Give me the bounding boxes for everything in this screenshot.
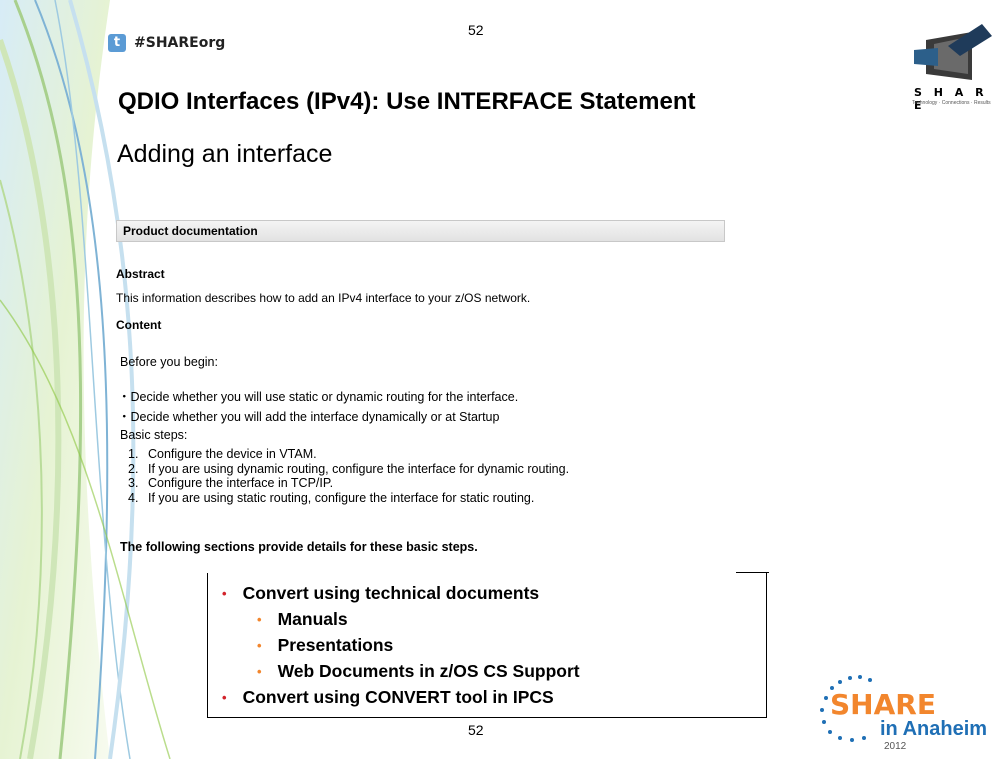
step-number: 2. — [128, 461, 139, 476]
twitter-handle-text: #SHAREorg — [134, 35, 226, 51]
anaheim-year: 2012 — [884, 741, 907, 752]
callout-item: • Convert using CONVERT tool in IPCS — [222, 687, 554, 708]
basic-steps-label: Basic steps: — [120, 428, 188, 442]
callout-item-text: Convert using technical documents — [242, 583, 540, 603]
step-item: 1. Configure the device in VTAM. — [128, 447, 569, 462]
anaheim-share-word: SHARE — [830, 688, 936, 721]
twitter-icon: t — [108, 34, 126, 52]
doc-heading: Adding an interface — [117, 140, 333, 168]
step-text: Configure the interface in TCP/IP. — [148, 476, 334, 490]
step-number: 4. — [128, 490, 139, 505]
content-heading: Content — [116, 318, 162, 332]
anaheim-location: in Anaheim — [880, 718, 988, 740]
following-sections-note: The following sections provide details f… — [120, 540, 478, 554]
callout-item-text: Presentations — [277, 635, 394, 655]
slide-number-bottom: 52 — [468, 722, 484, 738]
abstract-heading: Abstract — [116, 267, 165, 281]
callout-item-text: Manuals — [277, 609, 348, 629]
slide-number-top: 52 — [468, 22, 484, 38]
share-logo-word: S H A R E — [914, 86, 988, 112]
step-item: 2. If you are using dynamic routing, conf… — [128, 462, 569, 477]
step-text: Configure the device in VTAM. — [148, 447, 317, 461]
share-logo-tagline: Technology · Connections · Results — [912, 100, 991, 106]
abstract-text: This information describes how to add an… — [116, 291, 531, 305]
steps-list: 1. Configure the device in VTAM. 2. If you… — [128, 447, 569, 505]
step-text: If you are using dynamic routing, config… — [148, 461, 570, 476]
product-documentation-bar: Product documentation — [116, 220, 725, 242]
before-you-begin: Before you begin: — [120, 355, 218, 369]
callout-subitem: • Manuals — [257, 609, 348, 630]
bullet-icon: • — [222, 690, 227, 705]
callout-top-edge — [736, 572, 769, 573]
callout-subitem: • Presentations — [257, 635, 393, 656]
step-number: 3. — [128, 476, 139, 490]
callout-box: • Convert using technical documents • Manu… — [207, 572, 769, 718]
step-item: 3. Configure the interface in TCP/IP. — [128, 476, 569, 491]
step-number: 1. — [128, 447, 139, 461]
callout-item-text: Web Documents in z/OS CS Support — [277, 661, 580, 681]
step-item: 4. If you are using static routing, confi… — [128, 491, 569, 506]
prereq-item: ・Decide whether you will add the interfa… — [118, 410, 500, 424]
twitter-handle: t #SHAREorg — [108, 34, 225, 52]
bullet-icon: • — [257, 612, 262, 627]
product-documentation-label: Product documentation — [123, 224, 258, 238]
callout-item: • Convert using technical documents — [222, 583, 539, 604]
callout-subitem: • Web Documents in z/OS CS Support — [257, 661, 580, 682]
slide-title: QDIO Interfaces (IPv4): Use INTERFACE St… — [118, 88, 696, 115]
step-text: If you are using static routing, configu… — [148, 490, 535, 505]
callout-item-text: Convert using CONVERT tool in IPCS — [242, 687, 554, 707]
prereq-item: ・Decide whether you will use static or d… — [118, 390, 519, 404]
bullet-icon: • — [257, 638, 262, 653]
bullet-icon: • — [257, 664, 262, 679]
bullet-icon: • — [222, 586, 227, 601]
